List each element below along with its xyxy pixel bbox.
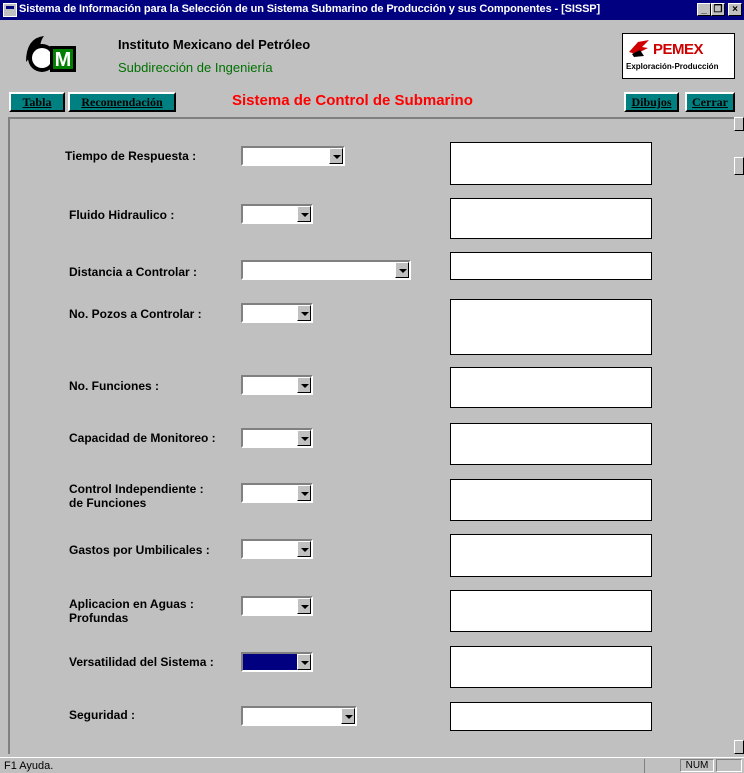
aguas-profundas-label: Aplicacion en Aguas : Profundas: [69, 597, 194, 625]
dibujos-button[interactable]: Dibujos: [624, 92, 679, 112]
status-help-text: F1 Ayuda.: [4, 760, 54, 772]
close-button[interactable]: ×: [728, 3, 742, 16]
no-funciones-label: No. Funciones :: [69, 379, 159, 393]
pozos-controlar-output[interactable]: [450, 299, 652, 355]
versatilidad-label: Versatilidad del Sistema :: [69, 655, 214, 669]
fluido-hidraulico-label: Fluido Hidraulico :: [69, 208, 175, 222]
fluido-hidraulico-output[interactable]: [450, 198, 652, 239]
department-name: Subdirección de Ingeniería: [118, 60, 273, 75]
status-indicator-cell: [716, 759, 742, 772]
tabla-button[interactable]: Tabla: [9, 92, 65, 112]
aguas-profundas-output[interactable]: [450, 590, 652, 632]
status-bar: F1 Ayuda. NUM: [0, 757, 744, 773]
chevron-down-icon[interactable]: [395, 262, 409, 278]
tiempo-respuesta-output[interactable]: [450, 142, 652, 185]
distancia-controlar-label: Distancia a Controlar :: [69, 265, 198, 279]
form-header: M Instituto Mexicano del Petróleo Subdir…: [8, 24, 739, 86]
num-lock-indicator: NUM: [680, 759, 714, 772]
imp-logo-letter: M: [55, 49, 72, 71]
distancia-controlar-combo[interactable]: [241, 260, 411, 280]
control-independiente-combo[interactable]: [241, 483, 313, 503]
capacidad-monitoreo-label: Capacidad de Monitoreo :: [69, 431, 216, 445]
gastos-umbilicales-output[interactable]: [450, 534, 652, 577]
vertical-scrollbar[interactable]: [734, 117, 744, 754]
minimize-button[interactable]: _: [697, 3, 711, 16]
app-window-icon[interactable]: [3, 3, 17, 17]
chevron-down-icon[interactable]: [297, 598, 311, 614]
chevron-down-icon[interactable]: [297, 206, 311, 222]
gastos-umbilicales-combo[interactable]: [241, 539, 313, 559]
aguas-profundas-label-line1: Aplicacion en Aguas :: [69, 597, 194, 611]
form-title: Sistema de Control de Submarino: [232, 92, 473, 109]
chevron-down-icon[interactable]: [297, 485, 311, 501]
control-independiente-label-line1: Control Independiente :: [69, 482, 204, 496]
pozos-controlar-label: No. Pozos a Controlar :: [69, 307, 202, 321]
recomendacion-button[interactable]: Recomendación: [68, 92, 176, 112]
control-independiente-output[interactable]: [450, 479, 652, 521]
seguridad-combo[interactable]: [241, 706, 357, 726]
restore-button[interactable]: ❐: [711, 3, 725, 16]
versatilidad-output[interactable]: [450, 646, 652, 688]
seguridad-output[interactable]: [450, 702, 652, 731]
no-funciones-output[interactable]: [450, 367, 652, 408]
window-title: Sistema de Información para la Selección…: [19, 3, 601, 15]
scroll-down-icon[interactable]: [734, 740, 744, 754]
distancia-controlar-output[interactable]: [450, 252, 652, 280]
versatilidad-combo[interactable]: [241, 652, 313, 672]
aguas-profundas-label-line2: Profundas: [69, 611, 129, 625]
seguridad-label: Seguridad :: [69, 708, 136, 722]
tiempo-respuesta-label: Tiempo de Respuesta :: [65, 149, 197, 163]
pozos-controlar-combo[interactable]: [241, 303, 313, 323]
control-independiente-label: Control Independiente : de Funciones: [69, 482, 204, 510]
chevron-down-icon[interactable]: [297, 377, 311, 393]
scroll-thumb[interactable]: [734, 157, 744, 175]
imp-logo-icon: M: [22, 32, 80, 76]
chevron-down-icon[interactable]: [341, 708, 355, 724]
cerrar-button[interactable]: Cerrar: [685, 92, 735, 112]
no-funciones-combo[interactable]: [241, 375, 313, 395]
tiempo-respuesta-combo[interactable]: [241, 146, 345, 166]
aguas-profundas-combo[interactable]: [241, 596, 313, 616]
capacidad-monitoreo-combo[interactable]: [241, 428, 313, 448]
chevron-down-icon[interactable]: [329, 148, 343, 164]
fluido-hidraulico-combo[interactable]: [241, 204, 313, 224]
versatilidad-value: [243, 654, 297, 670]
gastos-umbilicales-label: Gastos por Umbilicales :: [69, 543, 210, 557]
control-independiente-label-line2: de Funciones: [69, 496, 147, 510]
chevron-down-icon[interactable]: [297, 305, 311, 321]
chevron-down-icon[interactable]: [297, 541, 311, 557]
pemex-tagline: Exploración-Producción: [626, 62, 719, 71]
status-divider: [644, 759, 645, 773]
chevron-down-icon[interactable]: [297, 430, 311, 446]
chevron-down-icon[interactable]: [297, 654, 311, 670]
window-title-bar[interactable]: Sistema de Información para la Selección…: [0, 0, 744, 20]
institution-name: Instituto Mexicano del Petróleo: [118, 37, 311, 52]
scroll-up-icon[interactable]: [734, 117, 744, 131]
pemex-logo: PEMEX Exploración-Producción: [622, 33, 735, 79]
pemex-eagle-icon: [629, 40, 649, 57]
capacidad-monitoreo-output[interactable]: [450, 423, 652, 465]
pemex-word: PEMEX: [653, 41, 704, 58]
